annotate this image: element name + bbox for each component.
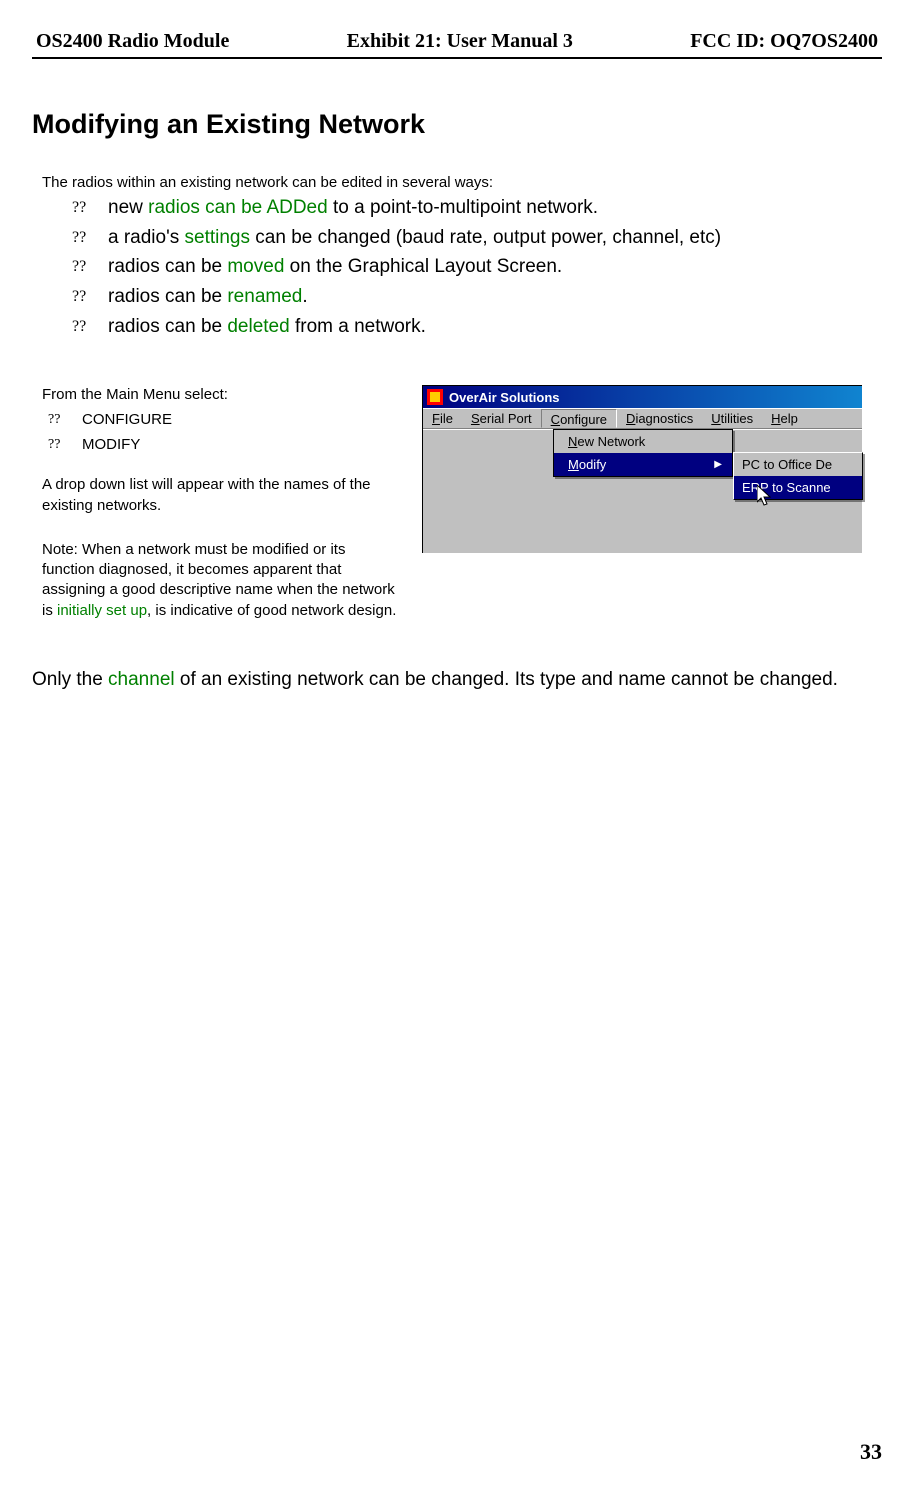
bullet-item: ?? a radio's settings can be changed (ba… <box>72 225 882 251</box>
bullet-marker: ?? <box>72 286 86 308</box>
titlebar: OverAir Solutions <box>423 386 862 408</box>
step-item: ?? MODIFY <box>48 436 402 453</box>
bullet-text-pre: a radio's <box>108 227 185 248</box>
bullet-item: ?? new radios can be ADDed to a point-to… <box>72 195 882 221</box>
bullet-link[interactable]: settings <box>185 227 250 248</box>
header-right: FCC ID: OQ7OS2400 <box>690 30 878 53</box>
instructions-p2: A drop down list will appear with the na… <box>42 475 402 516</box>
closing-link[interactable]: channel <box>108 669 175 690</box>
step-text: MODIFY <box>82 436 140 453</box>
app-window: OverAir Solutions File Serial Port Confi… <box>422 385 862 553</box>
menu-diagnostics[interactable]: Diagnostics <box>617 409 702 428</box>
step-marker: ?? <box>48 437 60 453</box>
bullet-text-post: on the Graphical Layout Screen. <box>284 256 562 277</box>
bullet-link[interactable]: renamed <box>227 286 302 307</box>
menu-utilities[interactable]: Utilities <box>702 409 762 428</box>
bullet-text-pre: radios can be <box>108 286 227 307</box>
menu-file[interactable]: File <box>423 409 462 428</box>
bullet-item: ?? radios can be moved on the Graphical … <box>72 254 882 280</box>
bullet-text-post: to a point-to-multipoint network. <box>328 197 598 218</box>
intro-text: The radios within an existing network ca… <box>42 174 882 191</box>
closing-pre: Only the <box>32 669 108 690</box>
app-icon <box>427 389 443 405</box>
modify-submenu: PC to Office De ERP to Scanne <box>733 452 863 500</box>
closing-paragraph: Only the channel of an existing network … <box>32 667 882 693</box>
bullet-link[interactable]: deleted <box>227 316 289 337</box>
page-number: 33 <box>860 1439 882 1465</box>
bullet-marker: ?? <box>72 197 86 219</box>
workspace: New Network Modify ▶ PC to Office De ERP… <box>423 429 862 553</box>
bullet-text-pre: radios can be <box>108 256 227 277</box>
menu-help[interactable]: Help <box>762 409 807 428</box>
submenu-item-pc-office[interactable]: PC to Office De <box>734 453 862 476</box>
cursor-icon <box>757 485 775 509</box>
note-post: , is indicative of good network design. <box>147 602 396 619</box>
bullet-marker: ?? <box>72 316 86 338</box>
header-center: Exhibit 21: User Manual 3 <box>347 30 573 53</box>
closing-post: of an existing network can be changed. I… <box>175 669 838 690</box>
bullet-link[interactable]: moved <box>227 256 284 277</box>
bullet-text-pre: radios can be <box>108 316 227 337</box>
screenshot-column: OverAir Solutions File Serial Port Confi… <box>422 385 882 627</box>
bullet-text-post: from a network. <box>290 316 426 337</box>
bullet-text-post: . <box>302 286 307 307</box>
menu-configure[interactable]: Configure <box>541 409 617 428</box>
dropdown-new-network[interactable]: New Network <box>554 430 732 453</box>
instructions-note: Note: When a network must be modified or… <box>42 540 402 621</box>
bullet-link[interactable]: radios can be ADDed <box>148 197 328 218</box>
window-title: OverAir Solutions <box>449 390 560 405</box>
step-text: CONFIGURE <box>82 411 172 428</box>
instructions-p1: From the Main Menu select: <box>42 385 402 405</box>
bullet-text-post: can be changed (baud rate, output power,… <box>250 227 721 248</box>
menu-serial-port[interactable]: Serial Port <box>462 409 541 428</box>
submenu-arrow-icon: ▶ <box>714 459 722 470</box>
step-marker: ?? <box>48 412 60 428</box>
page-header: OS2400 Radio Module Exhibit 21: User Man… <box>32 30 882 59</box>
bullet-marker: ?? <box>72 227 86 249</box>
bullet-item: ?? radios can be renamed. <box>72 284 882 310</box>
page-title: Modifying an Existing Network <box>32 109 882 140</box>
bullet-marker: ?? <box>72 256 86 278</box>
menubar: File Serial Port Configure Diagnostics U… <box>423 408 862 429</box>
steps-list: ?? CONFIGURE ?? MODIFY <box>48 411 402 453</box>
configure-dropdown: New Network Modify ▶ <box>553 429 733 477</box>
note-link[interactable]: initially set up <box>57 602 147 619</box>
submenu-item-erp-scanner[interactable]: ERP to Scanne <box>734 476 862 499</box>
dropdown-modify[interactable]: Modify ▶ <box>554 453 732 476</box>
header-left: OS2400 Radio Module <box>36 30 229 53</box>
instructions-column: From the Main Menu select: ?? CONFIGURE … <box>32 385 402 627</box>
bullet-item: ?? radios can be deleted from a network. <box>72 314 882 340</box>
bullet-text-pre: new <box>108 197 148 218</box>
step-item: ?? CONFIGURE <box>48 411 402 428</box>
bullet-list: ?? new radios can be ADDed to a point-to… <box>72 195 882 339</box>
